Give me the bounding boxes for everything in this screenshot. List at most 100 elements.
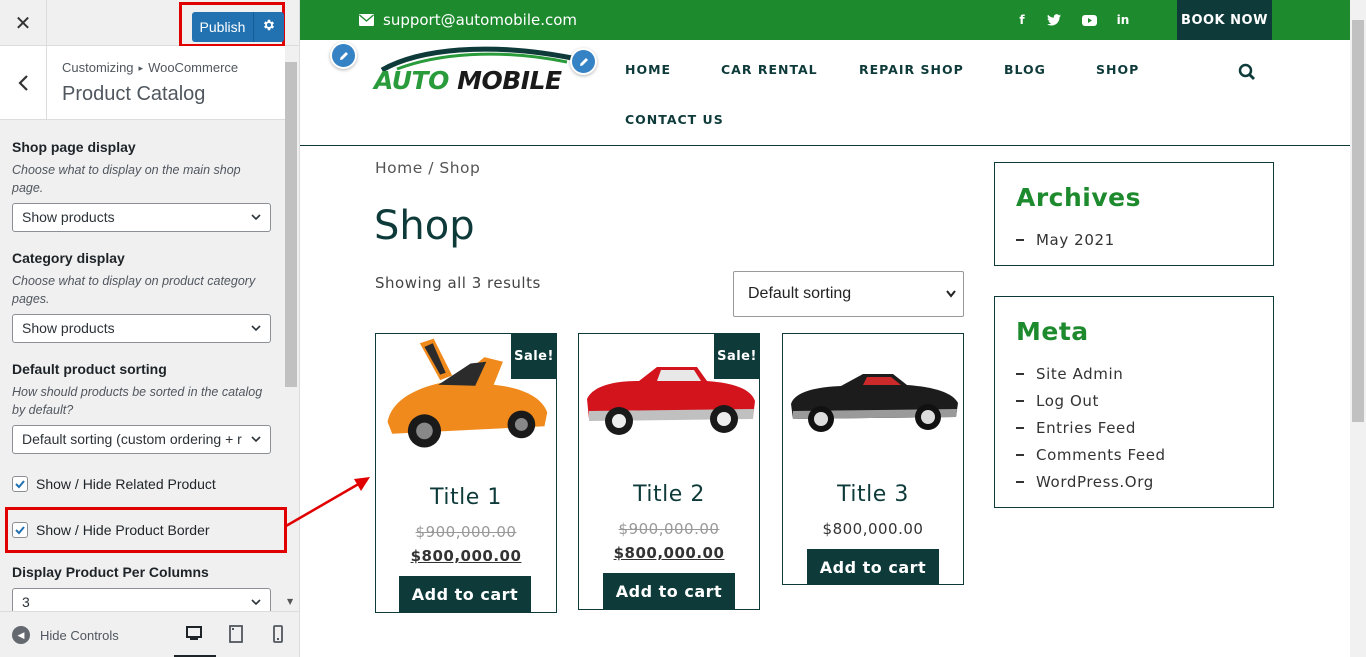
edit-menu-pencil-icon[interactable] — [570, 48, 597, 75]
control-title: Shop page display — [12, 139, 136, 155]
product-price: $800,000.00 — [613, 544, 725, 562]
chevron-down-icon — [250, 315, 262, 342]
panel-breadcrumb: Customizing ▸ WooCommerce — [62, 60, 238, 75]
scroll-down-arrow-icon[interactable]: ▼ — [287, 597, 293, 606]
publish-highlight-box: Publish — [179, 2, 285, 47]
list-item[interactable]: Comments Feed — [1016, 441, 1166, 468]
page-title: Shop — [374, 203, 475, 249]
mobile-preview-icon[interactable] — [268, 624, 288, 644]
add-to-cart-button[interactable]: Add to cart — [399, 576, 531, 612]
dash-bullet — [1016, 238, 1024, 241]
preview-scrollbar-thumb[interactable] — [1352, 20, 1364, 422]
product-border-highlight-box — [5, 507, 287, 553]
product-image[interactable] — [783, 334, 963, 454]
nav-item-blog[interactable]: BLOG — [1004, 62, 1046, 77]
customizer-footer: ◀ Hide Controls — [0, 611, 299, 657]
product-title[interactable]: Title 3 — [783, 482, 963, 507]
dash-bullet — [1016, 426, 1024, 429]
gear-icon[interactable] — [254, 18, 284, 36]
twitter-icon[interactable] — [1046, 12, 1062, 28]
sort-value: Default sorting — [748, 285, 852, 302]
sidebar-scrollbar-thumb[interactable] — [285, 62, 297, 387]
list-item[interactable]: Entries Feed — [1016, 414, 1166, 441]
product-price: $800,000.00 — [822, 520, 924, 538]
logo-text: AUTO MOBILE — [374, 66, 562, 95]
related-product-checkbox[interactable] — [12, 476, 28, 492]
nav-item-car-rental[interactable]: CAR RENTAL — [721, 62, 818, 77]
contact-email[interactable]: support@automobile.com — [359, 11, 577, 29]
related-product-checkbox-row[interactable]: Show / Hide Related Product — [12, 476, 274, 492]
tablet-preview-icon[interactable] — [226, 624, 246, 644]
result-count: Showing all 3 results — [375, 274, 541, 292]
nav-item-repair-shop[interactable]: REPAIR SHOP — [859, 62, 964, 77]
breadcrumb-arrow-icon: ▸ — [138, 63, 144, 73]
youtube-icon[interactable] — [1081, 12, 1097, 28]
archives-widget: Archives May 2021 — [994, 162, 1274, 266]
facebook-icon[interactable]: f — [1014, 12, 1030, 28]
add-to-cart-button[interactable]: Add to cart — [807, 549, 939, 585]
shop-page-display-select[interactable]: Show products — [12, 203, 271, 232]
product-title[interactable]: Title 1 — [376, 485, 556, 510]
product-card[interactable]: Sale! Title 1 $900,000.00 $800,000.00 Ad… — [375, 333, 557, 613]
chevron-left-icon — [18, 74, 28, 91]
hide-controls-button[interactable]: ◀ Hide Controls — [12, 626, 119, 644]
close-customizer-button[interactable]: ✕ — [0, 0, 47, 46]
sale-badge: Sale! — [511, 333, 557, 379]
nav-item-contact-us[interactable]: CONTACT US — [625, 112, 724, 127]
meta-list: Site Admin Log Out Entries Feed Comments… — [1016, 360, 1166, 495]
sale-badge: Sale! — [714, 333, 760, 379]
breadcrumb-section: WooCommerce — [148, 60, 239, 75]
product-price: $800,000.00 — [410, 547, 522, 565]
envelope-icon — [359, 14, 374, 26]
edit-logo-pencil-icon[interactable] — [330, 42, 357, 69]
search-icon[interactable] — [1238, 63, 1256, 85]
site-preview: support@automobile.com f in BOOK NOW AUT… — [300, 0, 1366, 657]
per-columns-control: Display Product Per Columns 3 — [12, 564, 274, 617]
product-title[interactable]: Title 2 — [579, 482, 759, 507]
list-item[interactable]: Log Out — [1016, 387, 1166, 414]
publish-button[interactable]: Publish — [192, 12, 284, 42]
dash-bullet — [1016, 399, 1024, 402]
category-display-select[interactable]: Show products — [12, 314, 271, 343]
logo-auto: AUTO — [374, 66, 449, 95]
control-title: Category display — [12, 250, 125, 266]
control-description: Choose what to display on product catego… — [12, 274, 256, 306]
list-item[interactable]: WordPress.Org — [1016, 468, 1166, 495]
panel-title: Product Catalog — [62, 83, 206, 105]
select-value: Show products — [22, 320, 115, 336]
add-to-cart-button[interactable]: Add to cart — [603, 573, 735, 609]
list-item[interactable]: May 2021 — [1016, 226, 1115, 253]
chevron-down-icon — [250, 204, 262, 231]
site-logo[interactable]: AUTO MOBILE — [332, 42, 597, 102]
archives-list: May 2021 — [1016, 226, 1115, 253]
widget-title: Meta — [1016, 317, 1089, 346]
close-icon: ✕ — [14, 11, 32, 35]
checkmark-icon — [15, 480, 25, 489]
chevron-down-icon — [250, 426, 262, 453]
control-description: Choose what to display on the main shop … — [12, 163, 241, 195]
control-description: How should products be sorted in the cat… — [12, 385, 263, 417]
select-value: Show products — [22, 209, 115, 225]
linkedin-icon[interactable]: in — [1115, 12, 1131, 28]
back-button[interactable] — [0, 46, 47, 119]
book-now-button[interactable]: BOOK NOW — [1177, 0, 1272, 40]
widget-title: Archives — [1016, 183, 1141, 212]
email-text[interactable]: support@automobile.com — [383, 11, 577, 29]
nav-item-home[interactable]: HOME — [625, 62, 671, 77]
dash-bullet — [1016, 372, 1024, 375]
top-info-bar: support@automobile.com f in BOOK NOW — [300, 0, 1350, 40]
panel-header: Customizing ▸ WooCommerce Product Catalog — [0, 46, 285, 120]
product-old-price: $900,000.00 — [415, 523, 517, 541]
sort-select[interactable]: Default sorting — [733, 271, 964, 317]
product-card[interactable]: Title 3 $800,000.00 Add to cart — [782, 333, 964, 585]
related-product-label: Show / Hide Related Product — [36, 476, 216, 492]
desktop-preview-icon[interactable] — [184, 624, 204, 644]
default-sorting-select[interactable]: Default sorting (custom ordering + r — [12, 425, 271, 454]
logo-mobile: MOBILE — [457, 66, 562, 95]
shop-breadcrumb[interactable]: Home / Shop — [375, 159, 480, 177]
publish-label[interactable]: Publish — [192, 12, 254, 42]
list-item[interactable]: Site Admin — [1016, 360, 1166, 387]
nav-item-shop[interactable]: SHOP — [1096, 62, 1139, 77]
product-card[interactable]: Sale! Title 2 $900,000.00 $800,000.00 Ad… — [578, 333, 760, 610]
control-title: Display Product Per Columns — [12, 564, 209, 580]
